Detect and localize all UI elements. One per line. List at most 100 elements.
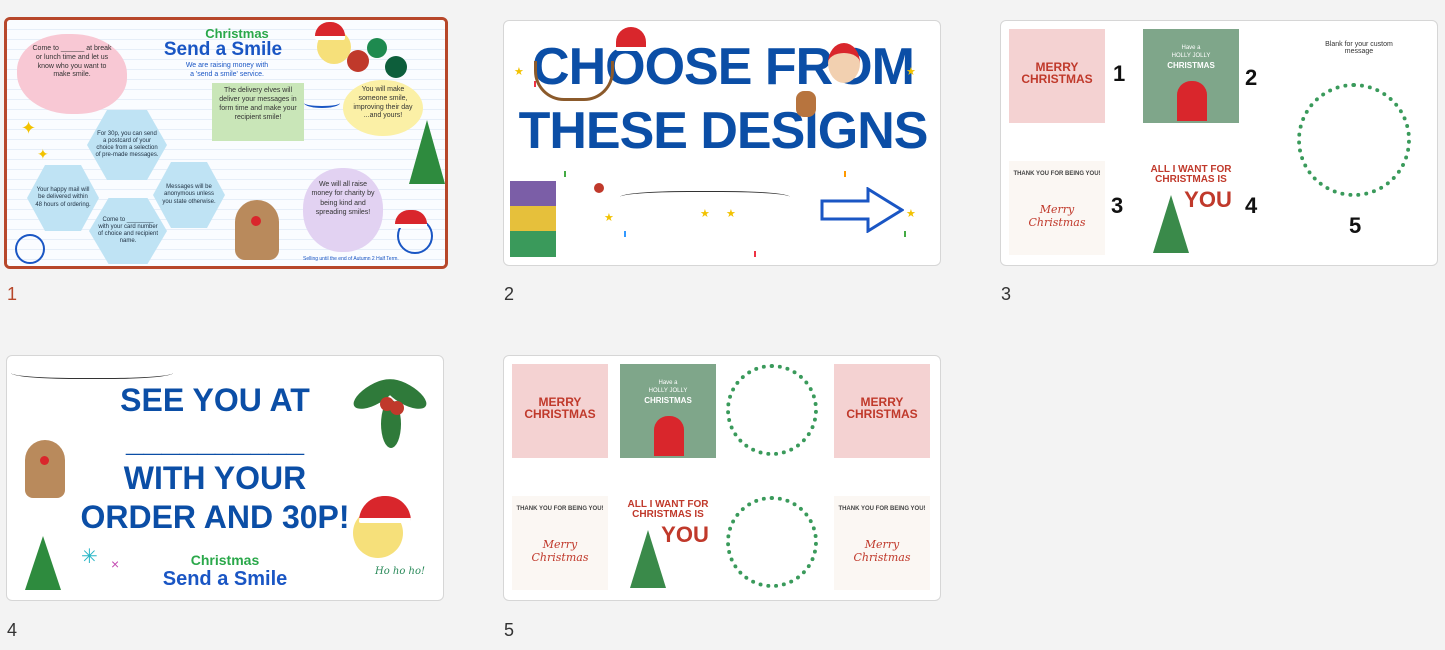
card-holly-jolly: Have a HOLLY JOLLY CHRISTMAS bbox=[620, 364, 716, 458]
gingerbread-icon bbox=[796, 91, 816, 117]
card-all-i-want: ALL I WANT FOR CHRISTMAS IS YOU bbox=[620, 496, 716, 590]
slide4-line-1: SEE YOU AT bbox=[120, 382, 310, 418]
ornament-icon bbox=[367, 38, 387, 58]
send-a-smile: Send a Smile bbox=[162, 568, 288, 590]
confetti bbox=[844, 171, 846, 177]
card-text-c: CHRISTMAS bbox=[1167, 61, 1215, 70]
label-3: 3 bbox=[1111, 193, 1124, 218]
slide-thumbnail-2[interactable]: CHOOSE FROM THESE DESIGNS ★ ★ ★ ★ ★ ★ bbox=[503, 20, 941, 266]
label-1: 1 bbox=[1113, 61, 1126, 86]
card-text-a: THANK YOU FOR BEING YOU! bbox=[516, 506, 604, 512]
card-thank-you: THANK YOU FOR BEING YOU! Merry Christmas bbox=[512, 496, 608, 590]
card-merry-christmas: MERRY CHRISTMAS bbox=[1009, 29, 1105, 123]
santa-hat-icon bbox=[359, 496, 411, 523]
slide-number-5: 5 bbox=[504, 620, 515, 640]
slide-title: Send a Smile bbox=[163, 39, 283, 60]
gift-stack-icon bbox=[510, 181, 556, 257]
card-text-b: Merry Christmas bbox=[853, 538, 911, 564]
star-icon: ★ bbox=[906, 66, 916, 78]
santa-icon bbox=[828, 43, 860, 83]
card-holly-jolly: Have a HOLLY JOLLY CHRISTMAS bbox=[1143, 29, 1239, 123]
ornament-icon bbox=[385, 56, 407, 78]
antlers-icon bbox=[534, 61, 614, 101]
label-5: 5 bbox=[1349, 213, 1362, 238]
card-thank-you: THANK YOU FOR BEING YOU! Merry Christmas bbox=[1009, 161, 1105, 255]
santa-icon bbox=[654, 416, 684, 456]
card-text-you: YOU bbox=[1184, 187, 1232, 212]
card-text: ALL I WANT FOR CHRISTMAS IS bbox=[627, 499, 709, 520]
elves-text: The delivery elves will deliver your mes… bbox=[219, 87, 297, 122]
card-thank-you: THANK YOU FOR BEING YOU! Merry Christmas bbox=[834, 496, 930, 590]
confetti bbox=[754, 251, 756, 257]
tree-icon bbox=[630, 530, 666, 588]
star-icon: ★ bbox=[514, 66, 524, 78]
card-all-i-want: ALL I WANT FOR CHRISTMAS IS YOU bbox=[1143, 161, 1239, 255]
hex-come-text: Come to ________ with your card number o… bbox=[97, 216, 159, 245]
hex-30p-text: For 30p, you can send a postcard of your… bbox=[95, 130, 159, 159]
ornament-icon bbox=[347, 50, 369, 72]
reindeer-nose bbox=[40, 456, 49, 465]
subtitle-1: We are raising money with bbox=[185, 62, 269, 69]
card-text-a: THANK YOU FOR BEING YOU! bbox=[1013, 171, 1101, 177]
subtitle-2: a 'send a smile' service. bbox=[190, 71, 264, 78]
string-lights bbox=[11, 364, 173, 379]
slide-number-1: 1 bbox=[7, 284, 18, 304]
arrow-right-icon bbox=[820, 186, 905, 234]
star-icon: ★ bbox=[906, 208, 916, 220]
wreath-icon bbox=[726, 364, 818, 456]
cloud-text: Come to ______ at break or lunch time an… bbox=[32, 45, 112, 79]
ornament-icon bbox=[594, 183, 604, 193]
string-lights bbox=[620, 191, 790, 206]
wreath-icon bbox=[1297, 83, 1411, 197]
sparkle-icon: ✦ bbox=[21, 118, 37, 138]
snowflake-icon: ✳ bbox=[81, 546, 98, 568]
santa-hat-icon bbox=[395, 210, 427, 228]
slide4-line-2: __________ bbox=[126, 422, 304, 458]
card-merry-christmas: MERRY CHRISTMAS bbox=[512, 364, 608, 458]
card-text: ALL I WANT FOR CHRISTMAS IS bbox=[1150, 164, 1232, 185]
slide-thumbnail-5[interactable]: MERRY CHRISTMAS Have a HOLLY JOLLY CHRIS… bbox=[503, 355, 941, 601]
slide-thumbnail-3[interactable]: MERRY CHRISTMAS 1 Have a HOLLY JOLLY CHR… bbox=[1000, 20, 1438, 266]
sparkle-icon: ✦ bbox=[37, 146, 49, 162]
christmas-tree-icon bbox=[409, 120, 445, 184]
star-icon: ★ bbox=[726, 208, 736, 220]
slide4-line-3: WITH YOUR bbox=[123, 460, 307, 496]
slide-heading-line-2: THESE DESIGNS bbox=[518, 102, 929, 160]
smile-text: You will make someone smile, improving t… bbox=[353, 86, 413, 120]
card-text: MERRY CHRISTMAS bbox=[846, 395, 918, 421]
slide-thumbnail-4[interactable]: SEE YOU AT __________ WITH YOUR ORDER AN… bbox=[6, 355, 444, 601]
card-text: MERRY CHRISTMAS bbox=[524, 395, 596, 421]
reindeer-nose bbox=[251, 216, 261, 226]
card-text: MERRY CHRISTMAS bbox=[1021, 60, 1093, 86]
wreath-icon bbox=[726, 496, 818, 588]
confetti bbox=[564, 171, 566, 177]
slide-number-3: 3 bbox=[1001, 284, 1012, 304]
card-merry-christmas: MERRY CHRISTMAS bbox=[834, 364, 930, 458]
slide-number-2: 2 bbox=[504, 284, 515, 304]
card-text-b: Merry Christmas bbox=[1028, 203, 1086, 229]
cross-icon: × bbox=[111, 556, 120, 572]
christmas-tree-icon bbox=[25, 536, 61, 590]
confetti bbox=[624, 231, 626, 237]
card-text-b: HOLLY JOLLY bbox=[1171, 53, 1211, 59]
card-text-a: THANK YOU FOR BEING YOU! bbox=[838, 506, 926, 512]
santa-icon bbox=[1177, 81, 1207, 121]
label-2: 2 bbox=[1245, 65, 1258, 90]
slide4-line-4: ORDER AND 30P! bbox=[80, 499, 350, 535]
card-text-a: Have a bbox=[1181, 45, 1201, 51]
santa-hat-icon bbox=[616, 27, 646, 51]
label-4: 4 bbox=[1245, 193, 1258, 218]
charity-text: We will all raise money for charity by b… bbox=[311, 181, 375, 217]
card-text-b: HOLLY JOLLY bbox=[648, 388, 688, 394]
reindeer-icon bbox=[235, 200, 279, 260]
card-text-b: Merry Christmas bbox=[531, 538, 589, 564]
slide-thumbnail-1[interactable]: Come to ______ at break or lunch time an… bbox=[4, 17, 448, 269]
footer-text: Selling until the end of Autumn 2 Half T… bbox=[303, 256, 399, 262]
holly-icon bbox=[347, 364, 431, 448]
confetti bbox=[904, 231, 906, 237]
reindeer-icon bbox=[25, 440, 65, 498]
tree-icon bbox=[1153, 195, 1189, 253]
card-text-a: Have a bbox=[658, 380, 678, 386]
hohoho-text: Ho ho ho! bbox=[375, 566, 426, 577]
card-text-you: YOU bbox=[661, 522, 709, 547]
